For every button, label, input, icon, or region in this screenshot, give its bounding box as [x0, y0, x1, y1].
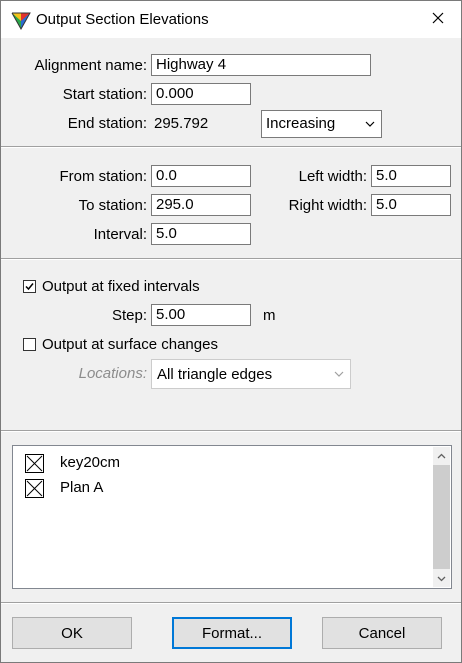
- list-item-label: Plan A: [60, 479, 104, 496]
- from-station-field[interactable]: 0.0: [151, 165, 251, 187]
- start-station-field[interactable]: 0.000: [151, 83, 251, 105]
- left-width-field[interactable]: 5.0: [371, 165, 451, 187]
- surface-changes-checkbox[interactable]: Output at surface changes: [23, 336, 243, 354]
- step-field[interactable]: 5.00: [151, 304, 251, 326]
- direction-value: Increasing: [266, 115, 336, 132]
- fixed-intervals-checkbox-box[interactable]: [23, 280, 36, 293]
- cancel-button[interactable]: Cancel: [322, 617, 442, 649]
- chevron-down-icon: [359, 111, 381, 137]
- from-station-label: From station:: [59, 168, 147, 185]
- title-bar: Output Section Elevations: [1, 1, 461, 38]
- station-range-section: From station: 0.0 To station: 295.0 Inte…: [1, 146, 461, 259]
- to-station-field[interactable]: 295.0: [151, 194, 251, 216]
- ok-button[interactable]: OK: [12, 617, 132, 649]
- crossed-box-icon[interactable]: [25, 479, 44, 498]
- fixed-intervals-checkbox[interactable]: Output at fixed intervals: [23, 278, 223, 296]
- end-station-label: End station:: [67, 115, 147, 132]
- alignment-name-label: Alignment name:: [34, 57, 147, 74]
- locations-value: All triangle edges: [157, 366, 273, 383]
- window-title: Output Section Elevations: [36, 11, 209, 28]
- surface-changes-checkbox-box[interactable]: [23, 338, 36, 351]
- left-width-label: Left width:: [298, 168, 367, 185]
- close-button[interactable]: [415, 1, 461, 38]
- right-width-label: Right width:: [288, 197, 367, 214]
- app-triangle-icon: [11, 10, 31, 31]
- scroll-thumb[interactable]: [433, 465, 450, 569]
- locations-dropdown[interactable]: All triangle edges: [151, 359, 351, 389]
- direction-dropdown[interactable]: Increasing: [261, 110, 382, 138]
- output-options-section: Output at fixed intervals Step: 5.00 m O…: [1, 258, 461, 431]
- alignment-name-field[interactable]: Highway 4: [151, 54, 371, 76]
- crossed-box-icon[interactable]: [25, 454, 44, 473]
- start-station-label: Start station:: [62, 86, 147, 103]
- scroll-down-arrow-icon[interactable]: [433, 570, 450, 587]
- format-button[interactable]: Format...: [172, 617, 292, 649]
- checkmark-icon: [25, 283, 34, 291]
- interval-field[interactable]: 5.0: [151, 223, 251, 245]
- close-icon: [432, 11, 444, 28]
- step-label: Step:: [111, 307, 147, 324]
- fixed-intervals-label: Output at fixed intervals: [42, 278, 200, 295]
- to-station-label: To station:: [78, 197, 147, 214]
- alignment-section: Alignment name: Highway 4 Start station:…: [1, 39, 461, 146]
- right-width-field[interactable]: 5.0: [371, 194, 451, 216]
- locations-label: Locations:: [78, 365, 147, 382]
- step-unit: m: [263, 307, 276, 324]
- surfaces-list[interactable]: key20cm Plan A: [12, 445, 452, 589]
- interval-label: Interval:: [93, 226, 147, 243]
- scroll-up-arrow-icon[interactable]: [433, 447, 450, 464]
- chevron-down-icon: [328, 360, 350, 388]
- list-item-label: key20cm: [60, 454, 121, 471]
- vertical-scrollbar[interactable]: [433, 447, 450, 587]
- end-station-value: 295.792: [154, 115, 209, 132]
- output-section-elevations-dialog: Output Section Elevations Alignment name…: [0, 0, 462, 663]
- surface-changes-label: Output at surface changes: [42, 336, 218, 353]
